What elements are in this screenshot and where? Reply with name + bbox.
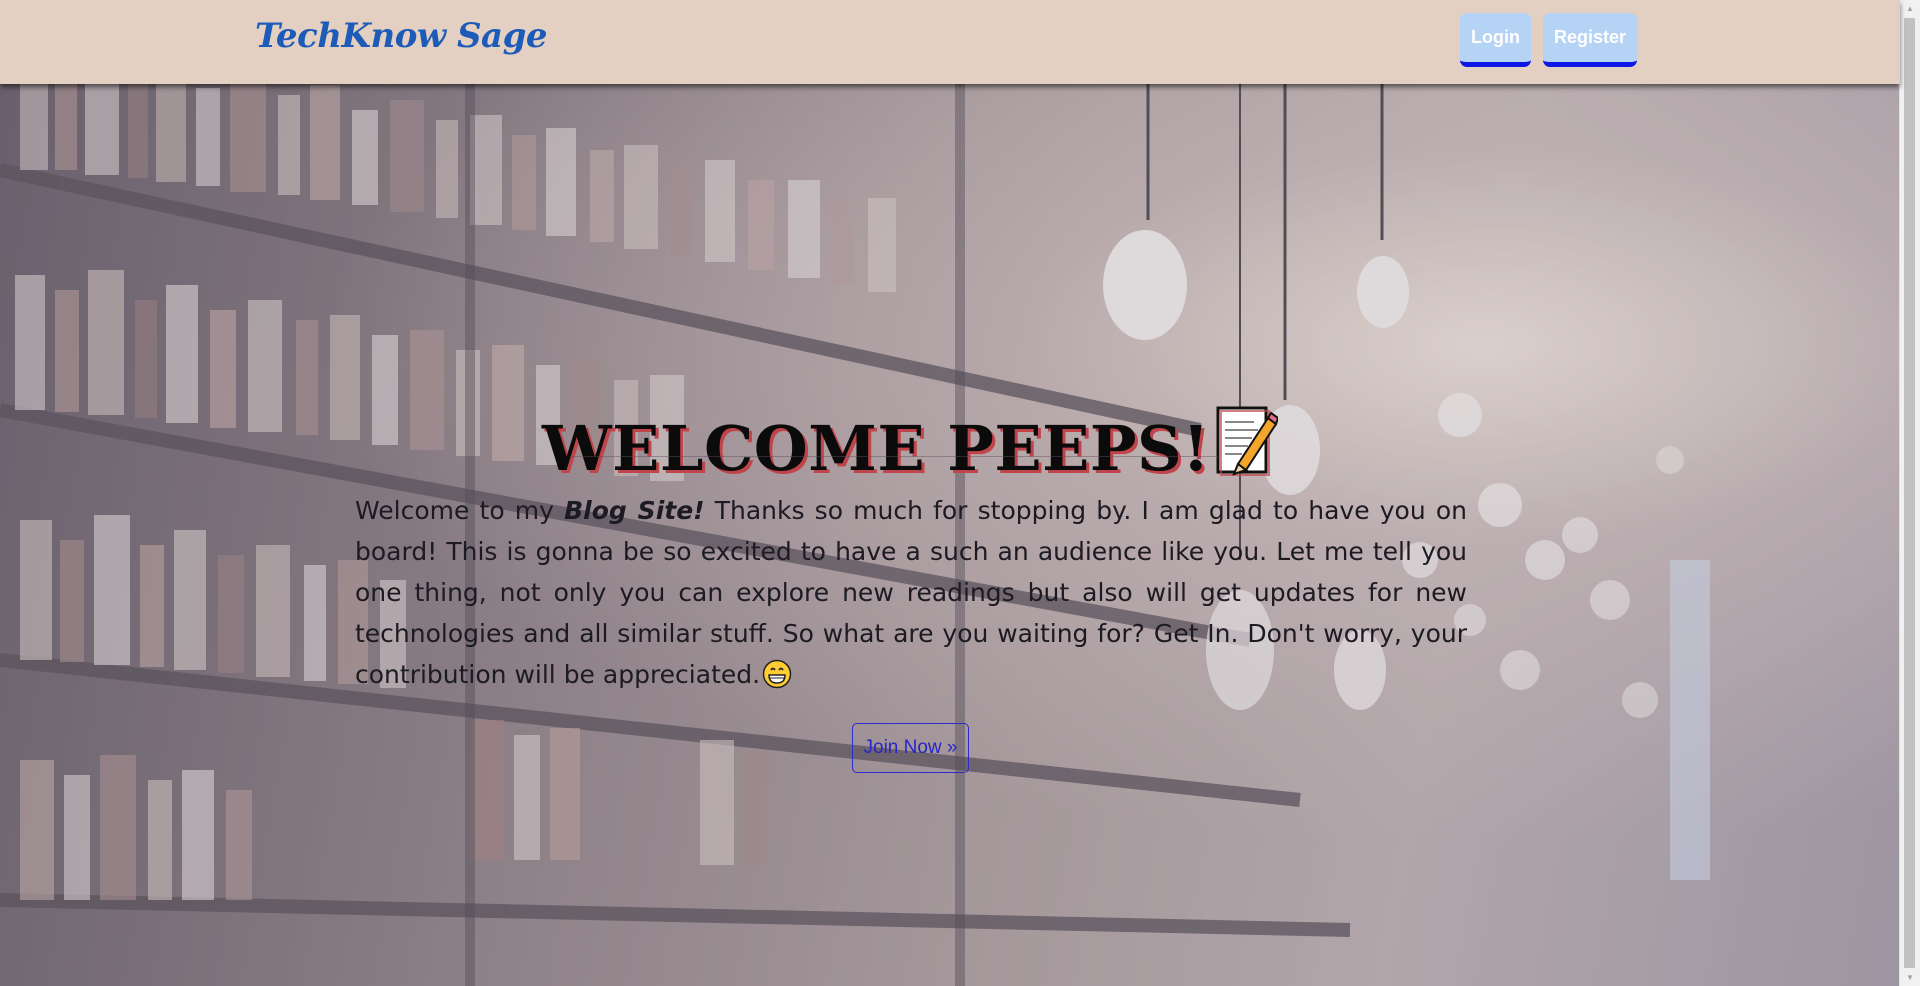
top-navbar: TechKnow Sage Login Register <box>0 0 1900 84</box>
scroll-down-arrow-icon[interactable]: ▼ <box>1900 969 1920 986</box>
register-button[interactable]: Register <box>1543 13 1637 67</box>
vertical-scrollbar[interactable]: ▲ ▼ <box>1899 0 1920 986</box>
hero-divider <box>570 456 1220 457</box>
login-button[interactable]: Login <box>1460 13 1531 67</box>
grinning-face-icon <box>762 659 792 689</box>
scrollbar-thumb[interactable] <box>1904 18 1915 968</box>
scroll-up-arrow-icon[interactable]: ▲ <box>1900 0 1920 17</box>
hero-paragraph: Welcome to my Blog Site! Thanks so much … <box>355 490 1467 695</box>
join-now-button[interactable]: Join Now » <box>852 723 969 773</box>
hero-title-text: WELCOME PEEPS! <box>541 411 1211 485</box>
hero-paragraph-emphasis: Blog Site! <box>564 496 705 525</box>
hero-title: WELCOME PEEPS! <box>0 402 1820 485</box>
hero-paragraph-intro: Welcome to my <box>355 496 565 525</box>
memo-icon <box>1214 402 1280 478</box>
page: TechKnow Sage Login Register WELCOME PEE… <box>0 0 1920 986</box>
brand-logo-link[interactable]: TechKnow Sage <box>255 16 548 56</box>
